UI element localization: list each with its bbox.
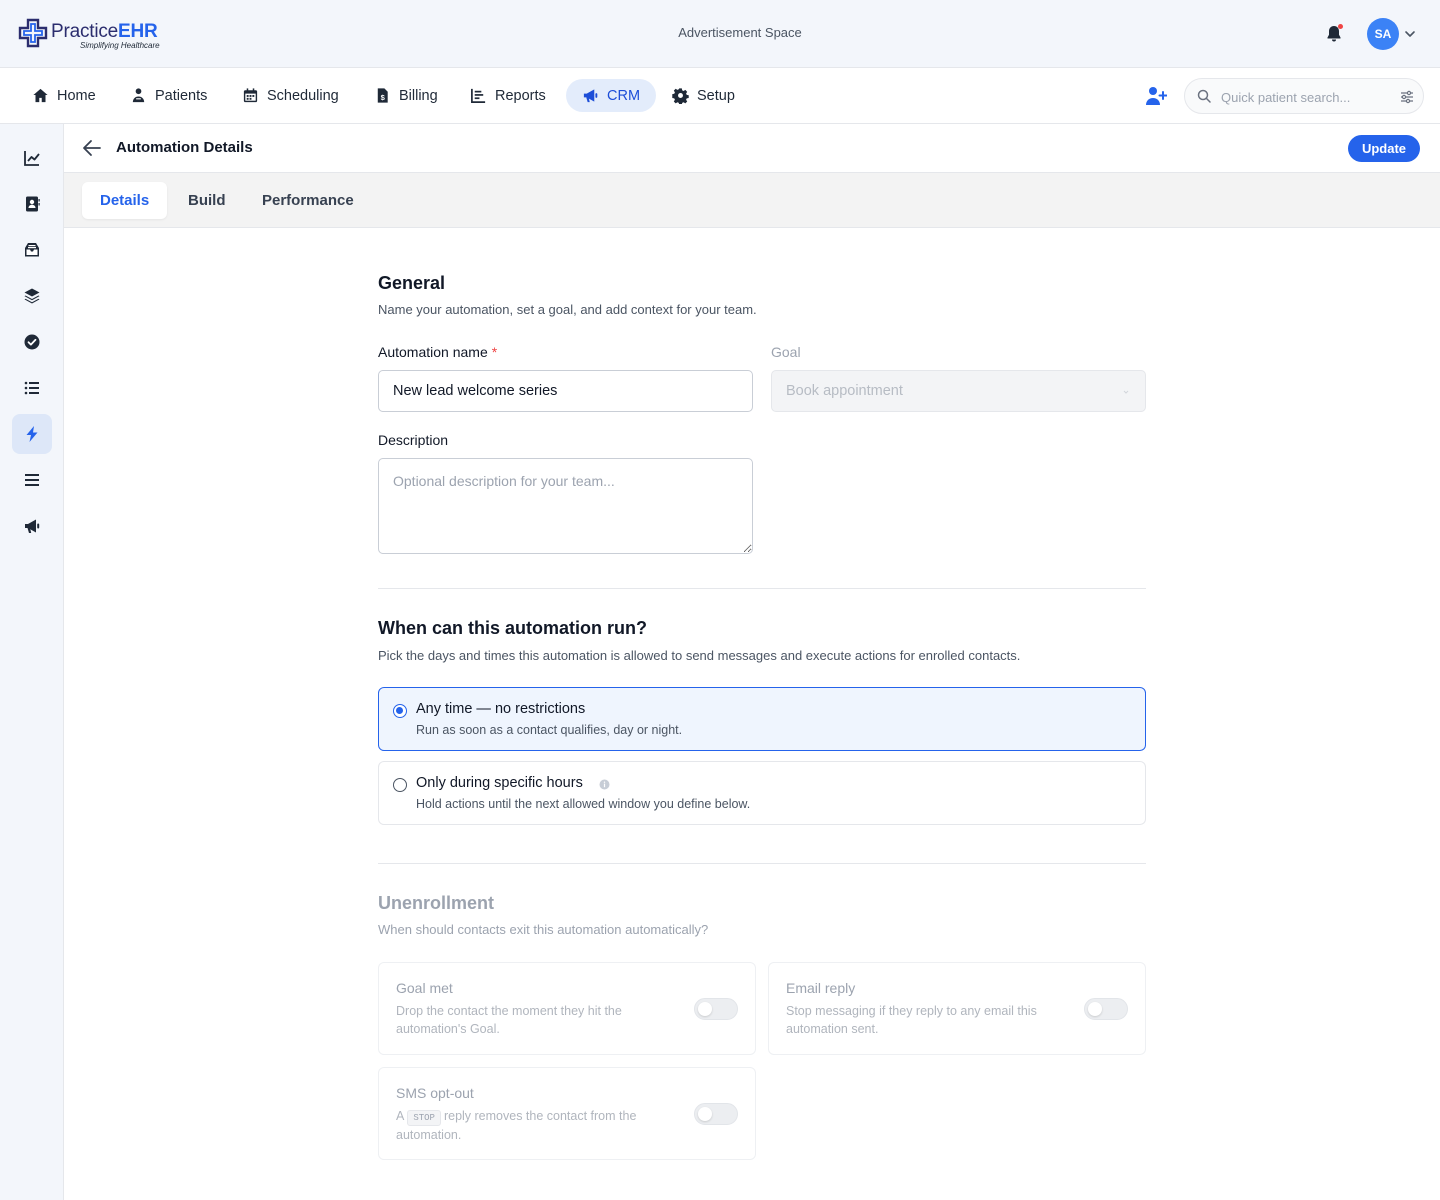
- unenroll-card-desc: Drop the contact the moment they hit the…: [396, 1004, 622, 1036]
- nav-item-billing[interactable]: $ Billing: [358, 79, 454, 112]
- megaphone-icon: [25, 519, 40, 533]
- nav-label: Scheduling: [267, 87, 339, 104]
- user-avatar[interactable]: SA: [1367, 18, 1399, 50]
- advertisement-space: Advertisement Space: [678, 25, 802, 40]
- sidebar-item-segments[interactable]: [12, 276, 52, 316]
- radio-button[interactable]: [393, 778, 407, 792]
- quick-patient-search[interactable]: [1184, 78, 1424, 114]
- description-textarea[interactable]: [378, 458, 753, 554]
- section-divider: [378, 588, 1146, 589]
- nav-item-scheduling[interactable]: Scheduling: [226, 79, 355, 112]
- goal-met-toggle[interactable]: [694, 998, 738, 1020]
- chevron-down-icon: [1123, 390, 1129, 394]
- stop-keyword-badge: STOP: [407, 1110, 441, 1126]
- nav-label: Patients: [155, 87, 208, 104]
- calendar-icon: [243, 88, 258, 103]
- email-reply-toggle[interactable]: [1084, 998, 1128, 1020]
- menu-lines-icon: [25, 474, 39, 486]
- nav-label: Billing: [399, 87, 438, 104]
- automation-name-input[interactable]: [378, 370, 753, 412]
- run-option-desc: Hold actions until the next allowed wind…: [416, 797, 751, 811]
- required-asterisk: *: [491, 344, 498, 360]
- tab-performance[interactable]: Performance: [244, 182, 372, 219]
- side-nav: [0, 124, 64, 1200]
- run-option-title: Only during specific hours: [416, 775, 583, 791]
- top-bar: PracticeEHR Simplifying Healthcare Adver…: [0, 0, 1440, 68]
- run-option-title: Any time — no restrictions: [416, 701, 586, 717]
- sidebar-item-lists[interactable]: [12, 368, 52, 408]
- page-title: Automation Details: [116, 139, 253, 156]
- tab-details[interactable]: Details: [82, 182, 168, 219]
- goal-select[interactable]: Book appointment: [771, 370, 1146, 412]
- radio-button-selected[interactable]: [393, 704, 407, 718]
- tab-bar: Details Build Performance: [64, 172, 1440, 228]
- sidebar-item-contacts[interactable]: [12, 184, 52, 224]
- sidebar-item-automations[interactable]: [12, 414, 52, 454]
- sidebar-item-campaigns[interactable]: [12, 506, 52, 546]
- nav-item-crm[interactable]: CRM: [566, 79, 657, 112]
- filter-sliders-icon[interactable]: [1399, 89, 1415, 105]
- list-icon: [24, 381, 39, 395]
- unenroll-card-title: Goal met: [396, 980, 453, 996]
- unenroll-card-email-reply: Email reply Stop messaging if they reply…: [768, 962, 1146, 1055]
- chevron-down-icon[interactable]: [1404, 28, 1416, 40]
- search-input[interactable]: [1221, 87, 1391, 107]
- unenroll-card-title: SMS opt-out: [396, 1085, 474, 1101]
- nav-item-setup[interactable]: Setup: [656, 79, 751, 112]
- reports-icon: [471, 88, 486, 103]
- description-label: Description: [378, 432, 449, 448]
- contacts-book-icon: [26, 196, 40, 212]
- megaphone-icon: [583, 89, 598, 103]
- unenroll-card-desc: Stop messaging if they reply to any emai…: [786, 1004, 1037, 1036]
- sms-optout-toggle[interactable]: [694, 1103, 738, 1125]
- schedule-section-title: When can this automation run?: [378, 618, 647, 638]
- search-icon: [1197, 89, 1211, 103]
- back-arrow-icon[interactable]: [82, 139, 102, 157]
- automation-name-label: Automation name *: [378, 344, 498, 360]
- nav-label: Home: [57, 87, 96, 104]
- run-option-any-time[interactable]: Any time — no restrictions Run as soon a…: [378, 687, 1146, 751]
- patients-icon: [132, 88, 145, 103]
- nav-label: CRM: [607, 87, 641, 104]
- section-divider: [378, 863, 1146, 864]
- notification-dot: [1338, 24, 1343, 29]
- logo-tagline: Simplifying Healthcare: [80, 41, 160, 50]
- info-icon[interactable]: [599, 779, 610, 790]
- nav-item-patients[interactable]: Patients: [114, 79, 223, 112]
- unenrollment-section-subtitle: When should contacts exit this automatio…: [378, 922, 709, 937]
- add-patient-icon[interactable]: [1145, 86, 1167, 106]
- lightning-icon: [26, 426, 38, 442]
- run-option-desc: Run as soon as a contact qualifies, day …: [416, 723, 683, 737]
- general-section-subtitle: Name your automation, set a goal, and ad…: [378, 302, 757, 317]
- page-header: Automation Details Update: [64, 124, 1440, 172]
- gear-icon: [672, 88, 689, 104]
- unenrollment-section-title: Unenrollment: [378, 893, 495, 913]
- nav-item-home[interactable]: Home: [16, 79, 112, 112]
- update-button[interactable]: Update: [1348, 135, 1420, 162]
- general-section-title: General: [378, 273, 446, 293]
- unenroll-card-sms-optout: SMS opt-out A STOP reply removes the conta…: [378, 1067, 756, 1160]
- sidebar-item-analytics[interactable]: [12, 138, 52, 178]
- layers-icon: [24, 288, 40, 304]
- sidebar-item-menu[interactable]: [12, 460, 52, 500]
- run-option-specific-hours[interactable]: Only during specific hours Hold actions …: [378, 761, 1146, 825]
- unenroll-card-title: Email reply: [786, 980, 856, 996]
- check-circle-icon: [24, 334, 40, 350]
- billing-icon: $: [377, 88, 388, 103]
- nav-item-reports[interactable]: Reports: [454, 79, 562, 112]
- nav-label: Setup: [697, 87, 735, 104]
- unenroll-card-goal-met: Goal met Drop the contact the moment the…: [378, 962, 756, 1055]
- inbox-icon: [25, 243, 39, 257]
- sidebar-item-inbox[interactable]: [12, 230, 52, 270]
- chart-line-icon: [24, 151, 40, 166]
- sidebar-item-tasks[interactable]: [12, 322, 52, 362]
- nav-label: Reports: [495, 87, 546, 104]
- tab-build[interactable]: Build: [170, 182, 244, 219]
- goal-label: Goal: [771, 344, 801, 360]
- unenroll-card-desc: A STOP reply removes the contact from the …: [396, 1109, 637, 1142]
- home-icon: [33, 88, 48, 103]
- schedule-section-subtitle: Pick the days and times this automation …: [378, 648, 1021, 663]
- goal-select-value: Book appointment: [786, 383, 903, 399]
